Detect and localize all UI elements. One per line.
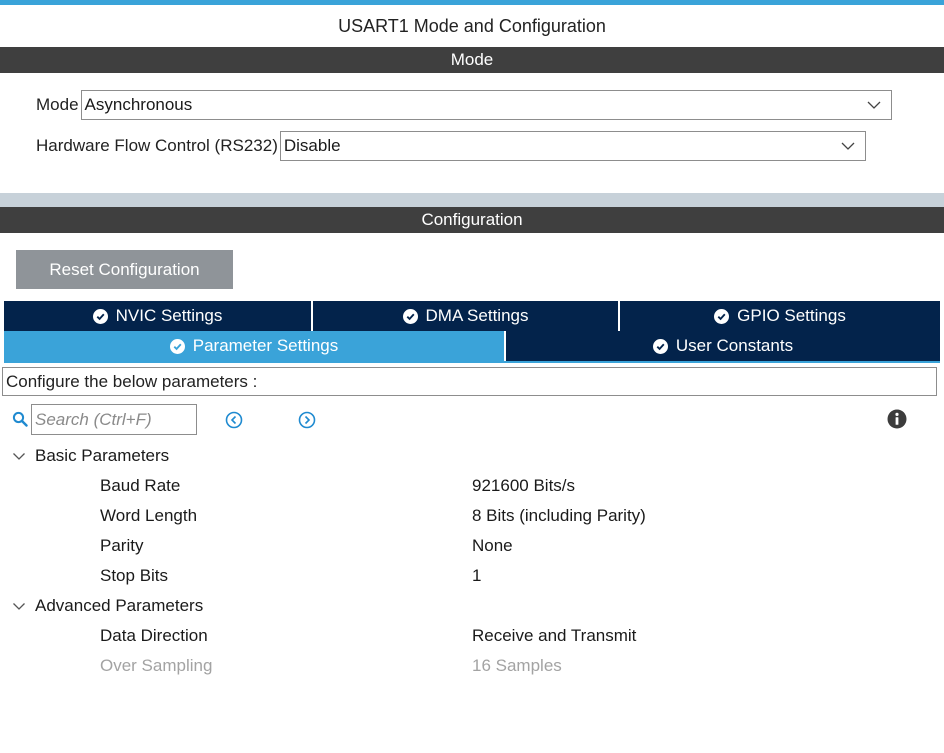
section-divider — [0, 193, 944, 207]
tab-label: Parameter Settings — [192, 336, 339, 355]
param-word-length[interactable]: Word Length — [100, 501, 197, 531]
mode-select-value: Asynchronous — [84, 95, 193, 114]
panel-title: USART1 Mode and Configuration — [338, 16, 606, 36]
param-data-direction-value[interactable]: Receive and Transmit — [472, 621, 636, 651]
param-word-length-value[interactable]: 8 Bits (including Parity) — [472, 501, 646, 531]
tab-user-constants[interactable]: User Constants — [506, 331, 940, 361]
tab-underline — [4, 361, 940, 363]
param-over-sampling-value: 16 Samples — [472, 656, 562, 675]
tab-label: GPIO Settings — [737, 306, 846, 325]
tab-parameter-settings[interactable]: Parameter Settings — [4, 331, 504, 361]
check-circle-icon — [169, 338, 185, 354]
check-circle-icon — [402, 308, 418, 324]
group-basic-parameters[interactable]: Basic Parameters — [12, 441, 169, 471]
tab-label: NVIC Settings — [115, 306, 223, 325]
search-icon[interactable] — [12, 411, 28, 427]
param-over-sampling: Over Sampling — [100, 656, 213, 675]
tab-nvic-settings[interactable]: NVIC Settings — [4, 301, 311, 331]
flow-control-select-value: Disable — [283, 136, 341, 155]
flow-control-select[interactable]: Disable — [279, 131, 866, 161]
parameters-hint: Configure the below parameters : — [2, 367, 937, 396]
circle-chevron-left-icon[interactable] — [225, 411, 243, 429]
param-parity-value[interactable]: None — [472, 531, 513, 561]
info-icon[interactable] — [887, 409, 907, 429]
circle-chevron-right-icon[interactable] — [298, 411, 316, 429]
param-parity[interactable]: Parity — [100, 531, 143, 561]
group-advanced-parameters[interactable]: Advanced Parameters — [12, 591, 203, 621]
configuration-section-header: Configuration — [0, 207, 944, 233]
chevron-down-icon — [841, 142, 855, 150]
param-baud-rate-value[interactable]: 921600 Bits/s — [472, 471, 575, 501]
tab-gpio-settings[interactable]: GPIO Settings — [620, 301, 940, 331]
mode-label: Mode — [36, 95, 79, 114]
chevron-down-icon — [13, 453, 25, 460]
chevron-down-icon — [867, 101, 880, 109]
reset-configuration-button[interactable]: Reset Configuration — [16, 250, 233, 289]
param-stop-bits[interactable]: Stop Bits — [100, 561, 168, 591]
param-stop-bits-value[interactable]: 1 — [472, 561, 481, 591]
check-circle-icon — [714, 308, 730, 324]
group-label: Advanced Parameters — [35, 596, 204, 615]
group-label: Basic Parameters — [35, 446, 170, 465]
tab-dma-settings[interactable]: DMA Settings — [313, 301, 618, 331]
mode-select[interactable]: Asynchronous — [80, 90, 892, 120]
tab-label: DMA Settings — [425, 306, 529, 325]
chevron-down-icon — [13, 603, 25, 610]
flow-control-label: Hardware Flow Control (RS232) — [36, 136, 278, 155]
check-circle-icon — [652, 338, 668, 354]
search-input[interactable] — [31, 404, 197, 435]
check-circle-icon — [92, 308, 108, 324]
param-baud-rate[interactable]: Baud Rate — [100, 471, 180, 501]
mode-field: Mode Asynchronous — [36, 90, 892, 120]
tab-label: User Constants — [675, 336, 794, 355]
param-data-direction[interactable]: Data Direction — [100, 621, 208, 651]
flow-control-field: Hardware Flow Control (RS232) Disable — [36, 131, 866, 161]
mode-section-header: Mode — [0, 47, 944, 73]
